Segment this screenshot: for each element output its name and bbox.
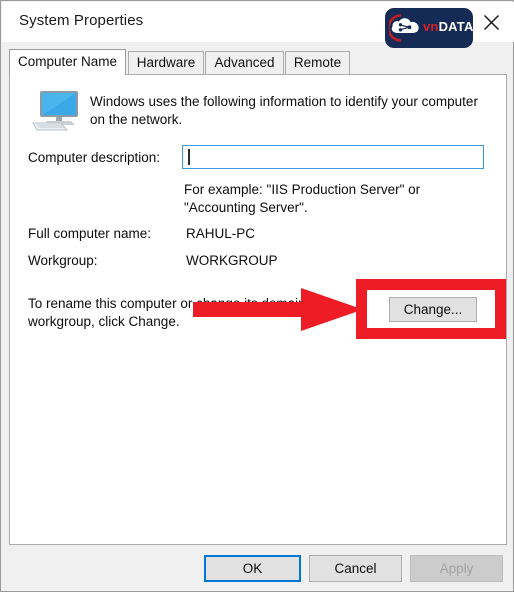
tab-strip: Computer Name Hardware Advanced Remote [9,49,507,75]
vndata-logo: vnDATA [385,8,473,48]
logo-prefix: vn [423,19,439,34]
title-bar: System Properties vnDATA [2,2,514,48]
full-computer-name-label: Full computer name: [28,226,152,241]
page-title: System Properties [19,12,144,29]
vndata-logo-mark [389,14,419,42]
panel-intro-text: Windows uses the following information t… [90,94,478,127]
system-properties-window: System Properties vnDATA Computer Name H… [0,0,514,592]
workgroup-value: WORKGROUP [186,253,278,268]
change-button[interactable]: Change... [389,297,477,322]
computer-description-input[interactable] [182,145,484,169]
apply-button[interactable]: Apply [410,555,503,582]
close-glyph [483,14,499,30]
cancel-button[interactable]: Cancel [309,555,402,582]
ok-button[interactable]: OK [204,555,301,582]
tab-hardware[interactable]: Hardware [128,51,204,74]
workgroup-label: Workgroup: [28,253,98,268]
full-computer-name-value: RAHUL-PC [186,226,256,241]
vndata-logo-text: vnDATA [423,19,473,34]
tab-advanced[interactable]: Advanced [205,51,284,74]
tab-computer-name[interactable]: Computer Name [9,49,126,75]
computer-description-label: Computer description: [28,150,161,165]
computer-monitor-icon [32,91,78,131]
computer-description-example: For example: "IIS Production Server" or … [184,182,421,215]
annotation-arrow-icon [193,288,363,331]
tab-remote[interactable]: Remote [285,51,350,74]
text-caret [188,149,190,165]
close-icon[interactable] [468,2,514,42]
